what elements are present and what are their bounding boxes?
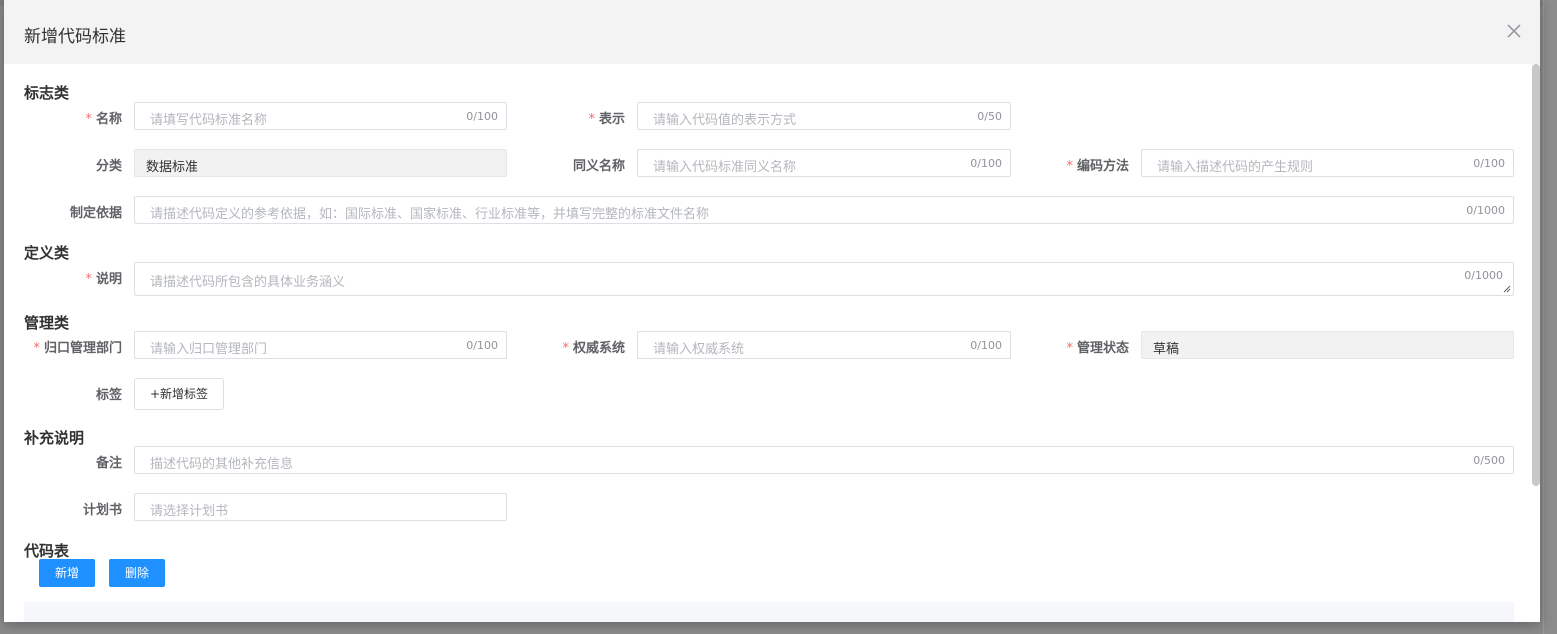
name-label: * 名称 (85, 112, 122, 127)
basis-label: 制定依据 (69, 206, 122, 221)
department-counter: 0/100 (466, 339, 498, 352)
encoding-counter: 0/100 (1473, 157, 1505, 170)
remarks-placeholder: 描述代码的其他补充信息 (150, 457, 294, 472)
category-value: 数据标准 (146, 160, 199, 175)
remarks-label: 备注 (95, 456, 122, 471)
section-title-definition: 定义类 (24, 244, 70, 262)
department-placeholder: 请输入归口管理部门 (150, 342, 268, 357)
description-label: * 说明 (85, 272, 122, 287)
dialog-header: 新增代码标准 (4, 0, 1540, 64)
authority-placeholder: 请输入权威系统 (653, 342, 745, 357)
description-textarea[interactable]: 请描述代码所包含的具体业务涵义 0/1000 (134, 262, 1514, 296)
description-placeholder: 请描述代码所包含的具体业务涵义 (150, 275, 346, 290)
category-input[interactable]: 数据标准 (134, 149, 507, 177)
plan-placeholder: 请选择计划书 (150, 504, 229, 519)
background-panel (1543, 0, 1557, 634)
basis-input[interactable]: 请描述代码定义的参考依据，如：国际标准、国家标准、行业标准等，并填写完整的标准文… (134, 196, 1514, 224)
status-input[interactable]: 草稿 (1141, 331, 1514, 359)
name-counter: 0/100 (466, 110, 498, 123)
authority-label: * 权威系统 (562, 341, 625, 356)
section-title-code-table: 代码表 (24, 542, 70, 560)
section-title-supplement: 补充说明 (24, 429, 85, 447)
status-value: 草稿 (1153, 342, 1180, 357)
close-icon[interactable] (1504, 21, 1524, 41)
name-input[interactable]: 请填写代码标准名称 0/100 (134, 102, 507, 130)
synonym-placeholder: 请输入代码标准同义名称 (653, 160, 797, 175)
encoding-placeholder: 请输入描述代码的产生规则 (1157, 160, 1314, 175)
name-placeholder: 请填写代码标准名称 (150, 113, 268, 128)
basis-counter: 0/1000 (1466, 204, 1505, 217)
resize-handle-icon[interactable] (1503, 285, 1511, 293)
category-label: 分类 (95, 159, 122, 174)
synonym-input[interactable]: 请输入代码标准同义名称 0/100 (637, 149, 1011, 177)
section-title-flag: 标志类 (24, 84, 70, 102)
add-button[interactable]: 新增 (39, 559, 95, 587)
authority-counter: 0/100 (970, 339, 1002, 352)
representation-label: * 表示 (588, 112, 625, 127)
representation-counter: 0/50 (977, 110, 1002, 123)
synonym-counter: 0/100 (970, 157, 1002, 170)
plan-select[interactable]: 请选择计划书 (134, 493, 507, 521)
synonym-label: 同义名称 (572, 159, 625, 174)
tags-label: 标签 (95, 388, 122, 403)
representation-placeholder: 请输入代码值的表示方式 (653, 113, 797, 128)
department-label: * 归口管理部门 (33, 341, 122, 356)
code-table-header (24, 602, 1514, 622)
delete-button[interactable]: 删除 (109, 559, 165, 587)
section-title-management: 管理类 (24, 314, 70, 332)
scrollbar[interactable] (1532, 64, 1540, 486)
department-input[interactable]: 请输入归口管理部门 0/100 (134, 331, 507, 359)
remarks-counter: 0/500 (1473, 454, 1505, 467)
remarks-input[interactable]: 描述代码的其他补充信息 0/500 (134, 446, 1514, 474)
representation-input[interactable]: 请输入代码值的表示方式 0/50 (637, 102, 1011, 130)
plan-label: 计划书 (82, 503, 122, 518)
encoding-input[interactable]: 请输入描述代码的产生规则 0/100 (1141, 149, 1514, 177)
description-counter: 0/1000 (1464, 269, 1503, 282)
basis-placeholder: 请描述代码定义的参考依据，如：国际标准、国家标准、行业标准等，并填写完整的标准文… (150, 207, 710, 222)
authority-input[interactable]: 请输入权威系统 0/100 (637, 331, 1011, 359)
add-tag-button[interactable]: +新增标签 (134, 378, 225, 410)
add-code-standard-dialog: 新增代码标准 标志类 * 名称 请填写代码标准名称 0/100 * 表示 请输入代码… (4, 0, 1540, 622)
encoding-label: * 编码方法 (1066, 159, 1129, 174)
dialog-title: 新增代码标准 (24, 27, 126, 47)
status-label: * 管理状态 (1066, 341, 1129, 356)
